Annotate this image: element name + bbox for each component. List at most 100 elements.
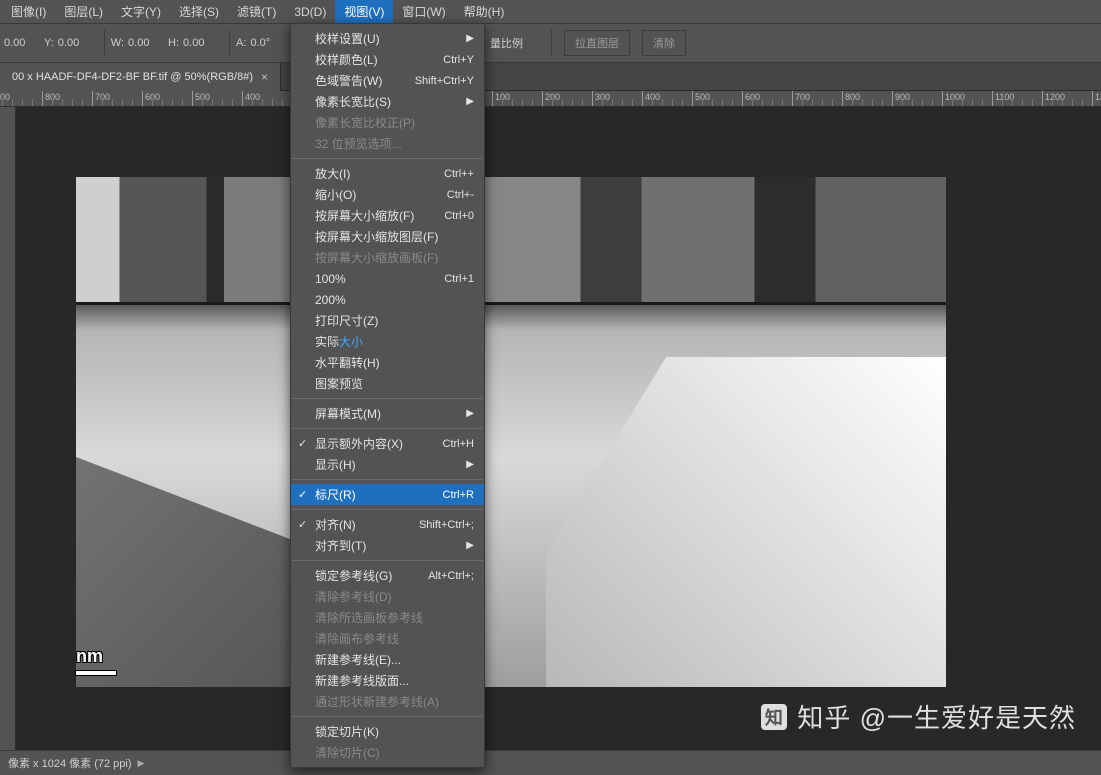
menu-divider bbox=[292, 509, 483, 510]
menu-item[interactable]: 锁定参考线(G)Alt+Ctrl+; bbox=[291, 565, 484, 586]
menu-help[interactable]: 帮助(H) bbox=[455, 0, 514, 24]
menu-item[interactable]: 校样设置(U) ▶ bbox=[291, 28, 484, 49]
menu-item[interactable]: 锁定切片(K) bbox=[291, 721, 484, 742]
separator bbox=[229, 30, 230, 56]
tab-title: 00 x HAADF-DF4-DF2-BF BF.tif @ 50%(RGB/8… bbox=[12, 71, 253, 83]
document-tab[interactable]: 00 x HAADF-DF4-DF2-BF BF.tif @ 50%(RGB/8… bbox=[0, 63, 281, 91]
x-field[interactable]: 0.00 bbox=[4, 37, 34, 49]
menu-item: 清除切片(C) bbox=[291, 742, 484, 763]
h-label: H: bbox=[168, 37, 179, 49]
menu-item[interactable]: 像素长宽比(S)▶ bbox=[291, 91, 484, 112]
watermark-text: 知乎 @一生爱好是天然 bbox=[797, 698, 1076, 735]
menu-view[interactable]: 视图(V) bbox=[335, 0, 393, 24]
menu-item[interactable]: 色域警告(W)Shift+Ctrl+Y bbox=[291, 70, 484, 91]
a-field[interactable]: A:0.0° bbox=[236, 37, 280, 49]
menu-divider bbox=[292, 479, 483, 480]
menu-item[interactable]: 200% bbox=[291, 289, 484, 310]
close-icon[interactable]: × bbox=[261, 70, 268, 84]
image-divider bbox=[76, 302, 946, 305]
menu-type[interactable]: 文字(Y) bbox=[112, 0, 170, 24]
menu-item-label: 对齐(N) bbox=[315, 516, 356, 533]
measure-scale-label: 量比例 bbox=[490, 35, 523, 51]
menu-divider bbox=[292, 560, 483, 561]
menu-item-label: 色域警告(W) bbox=[315, 72, 382, 89]
menu-item-label: 缩小(O) bbox=[315, 186, 356, 203]
menu-item-label: 锁定切片(K) bbox=[315, 723, 379, 740]
menu-item[interactable]: 新建参考线(E)... bbox=[291, 649, 484, 670]
y-field[interactable]: Y:0.00 bbox=[44, 37, 88, 49]
menu-item[interactable]: 屏幕模式(M)▶ bbox=[291, 403, 484, 424]
view-dropdown: 校样设置(U) ▶ 校样颜色(L)Ctrl+Y色域警告(W)Shift+Ctrl+Y… bbox=[290, 23, 485, 768]
menu-select[interactable]: 选择(S) bbox=[170, 0, 228, 24]
scale-text: nm bbox=[76, 646, 103, 667]
shortcut-label: Ctrl+R bbox=[431, 489, 474, 501]
scale-bar bbox=[76, 671, 116, 675]
menu-item-label: 对齐到(T) bbox=[315, 537, 366, 554]
shortcut-label: Ctrl+1 bbox=[432, 273, 474, 285]
status-text: 像素 x 1024 像素 (72 ppi) bbox=[8, 755, 132, 771]
menu-item[interactable]: 对齐到(T)▶ bbox=[291, 535, 484, 556]
shortcut-label: Ctrl+- bbox=[435, 189, 474, 201]
zhihu-logo-icon: 知 bbox=[761, 704, 787, 730]
menu-item[interactable]: 校样颜色(L)Ctrl+Y bbox=[291, 49, 484, 70]
menu-item: 清除参考线(D) bbox=[291, 586, 484, 607]
menu-item[interactable]: 100%Ctrl+1 bbox=[291, 268, 484, 289]
document-tabbar: 00 x HAADF-DF4-DF2-BF BF.tif @ 50%(RGB/8… bbox=[0, 63, 1101, 91]
chevron-right-icon: ▶ bbox=[466, 459, 474, 470]
menu-item: 清除画布参考线 bbox=[291, 628, 484, 649]
menu-filter[interactable]: 滤镜(T) bbox=[228, 0, 285, 24]
menu-image[interactable]: 图像(I) bbox=[2, 0, 55, 24]
menu-item[interactable]: 实际大小 bbox=[291, 331, 484, 352]
menu-item[interactable]: ✓显示额外内容(X)Ctrl+H bbox=[291, 433, 484, 454]
menu-item[interactable]: 按屏幕大小缩放图层(F) bbox=[291, 226, 484, 247]
shortcut-label: Shift+Ctrl+; bbox=[407, 519, 474, 531]
menu-item-label: 按屏幕大小缩放画板(F) bbox=[315, 249, 438, 266]
w-field[interactable]: W:0.00 bbox=[111, 37, 158, 49]
shortcut-label: Ctrl+H bbox=[431, 438, 474, 450]
shortcut-label: Ctrl++ bbox=[432, 168, 474, 180]
menu-item[interactable]: 图案预览 bbox=[291, 373, 484, 394]
h-field[interactable]: H: 0.00 bbox=[168, 37, 213, 49]
menu-window[interactable]: 窗口(W) bbox=[393, 0, 454, 24]
menu-item[interactable]: 水平翻转(H) bbox=[291, 352, 484, 373]
menu-item: 32 位预览选项... bbox=[291, 133, 484, 154]
menu-item[interactable]: 缩小(O) Ctrl+- bbox=[291, 184, 484, 205]
menu-item-label: 清除参考线(D) bbox=[315, 588, 392, 605]
check-icon: ✓ bbox=[298, 488, 307, 501]
menu-item[interactable]: 打印尺寸(Z) bbox=[291, 310, 484, 331]
menu-item[interactable]: ✓标尺(R)Ctrl+R bbox=[291, 484, 484, 505]
menu-item-label: 新建参考线(E)... bbox=[315, 651, 401, 668]
clear-button[interactable]: 清除 bbox=[642, 30, 686, 56]
menu-item-label: 校样设置(U) bbox=[315, 30, 380, 47]
menu-item: 按屏幕大小缩放画板(F) bbox=[291, 247, 484, 268]
menu-item[interactable]: ✓对齐(N)Shift+Ctrl+; bbox=[291, 514, 484, 535]
menu-item[interactable]: 显示(H)▶ bbox=[291, 454, 484, 475]
menu-item-label: 按屏幕大小缩放(F) bbox=[315, 207, 414, 224]
shortcut-label: Ctrl+Y bbox=[431, 54, 474, 66]
menu-item-label: 锁定参考线(G) bbox=[315, 567, 392, 584]
vertical-ruler[interactable] bbox=[0, 107, 16, 750]
straighten-button[interactable]: 拉直图层 bbox=[564, 30, 630, 56]
chevron-right-icon: ▶ bbox=[138, 758, 145, 769]
menu-item-label: 200% bbox=[315, 293, 346, 307]
menu-item-label: 清除切片(C) bbox=[315, 744, 380, 761]
menu-3d[interactable]: 3D(D) bbox=[285, 1, 335, 23]
menu-item[interactable]: 放大(I)Ctrl++ bbox=[291, 163, 484, 184]
menu-item-label: 显示额外内容(X) bbox=[315, 435, 403, 452]
menu-item-label: 屏幕模式(M) bbox=[315, 405, 381, 422]
menu-layer[interactable]: 图层(L) bbox=[55, 0, 112, 24]
h-value: 0.00 bbox=[183, 37, 213, 49]
x-value: 0.00 bbox=[4, 37, 34, 49]
y-label: Y: bbox=[44, 37, 54, 49]
menu-item[interactable]: 按屏幕大小缩放(F)Ctrl+0 bbox=[291, 205, 484, 226]
status-bar[interactable]: 像素 x 1024 像素 (72 ppi) ▶ bbox=[0, 750, 1101, 775]
chevron-right-icon: ▶ bbox=[466, 33, 474, 44]
horizontal-ruler[interactable]: 9008007006005004003002001000100200300400… bbox=[0, 91, 1101, 107]
canvas-area[interactable]: nm bbox=[16, 107, 1101, 750]
menu-item-label: 像素长宽比校正(P) bbox=[315, 114, 415, 131]
menubar: 图像(I) 图层(L) 文字(Y) 选择(S) 滤镜(T) 3D(D) 视图(V… bbox=[0, 0, 1101, 23]
menu-item-label: 通过形状新建参考线(A) bbox=[315, 693, 439, 710]
menu-divider bbox=[292, 428, 483, 429]
image-grain bbox=[546, 357, 946, 687]
menu-item[interactable]: 新建参考线版面... bbox=[291, 670, 484, 691]
